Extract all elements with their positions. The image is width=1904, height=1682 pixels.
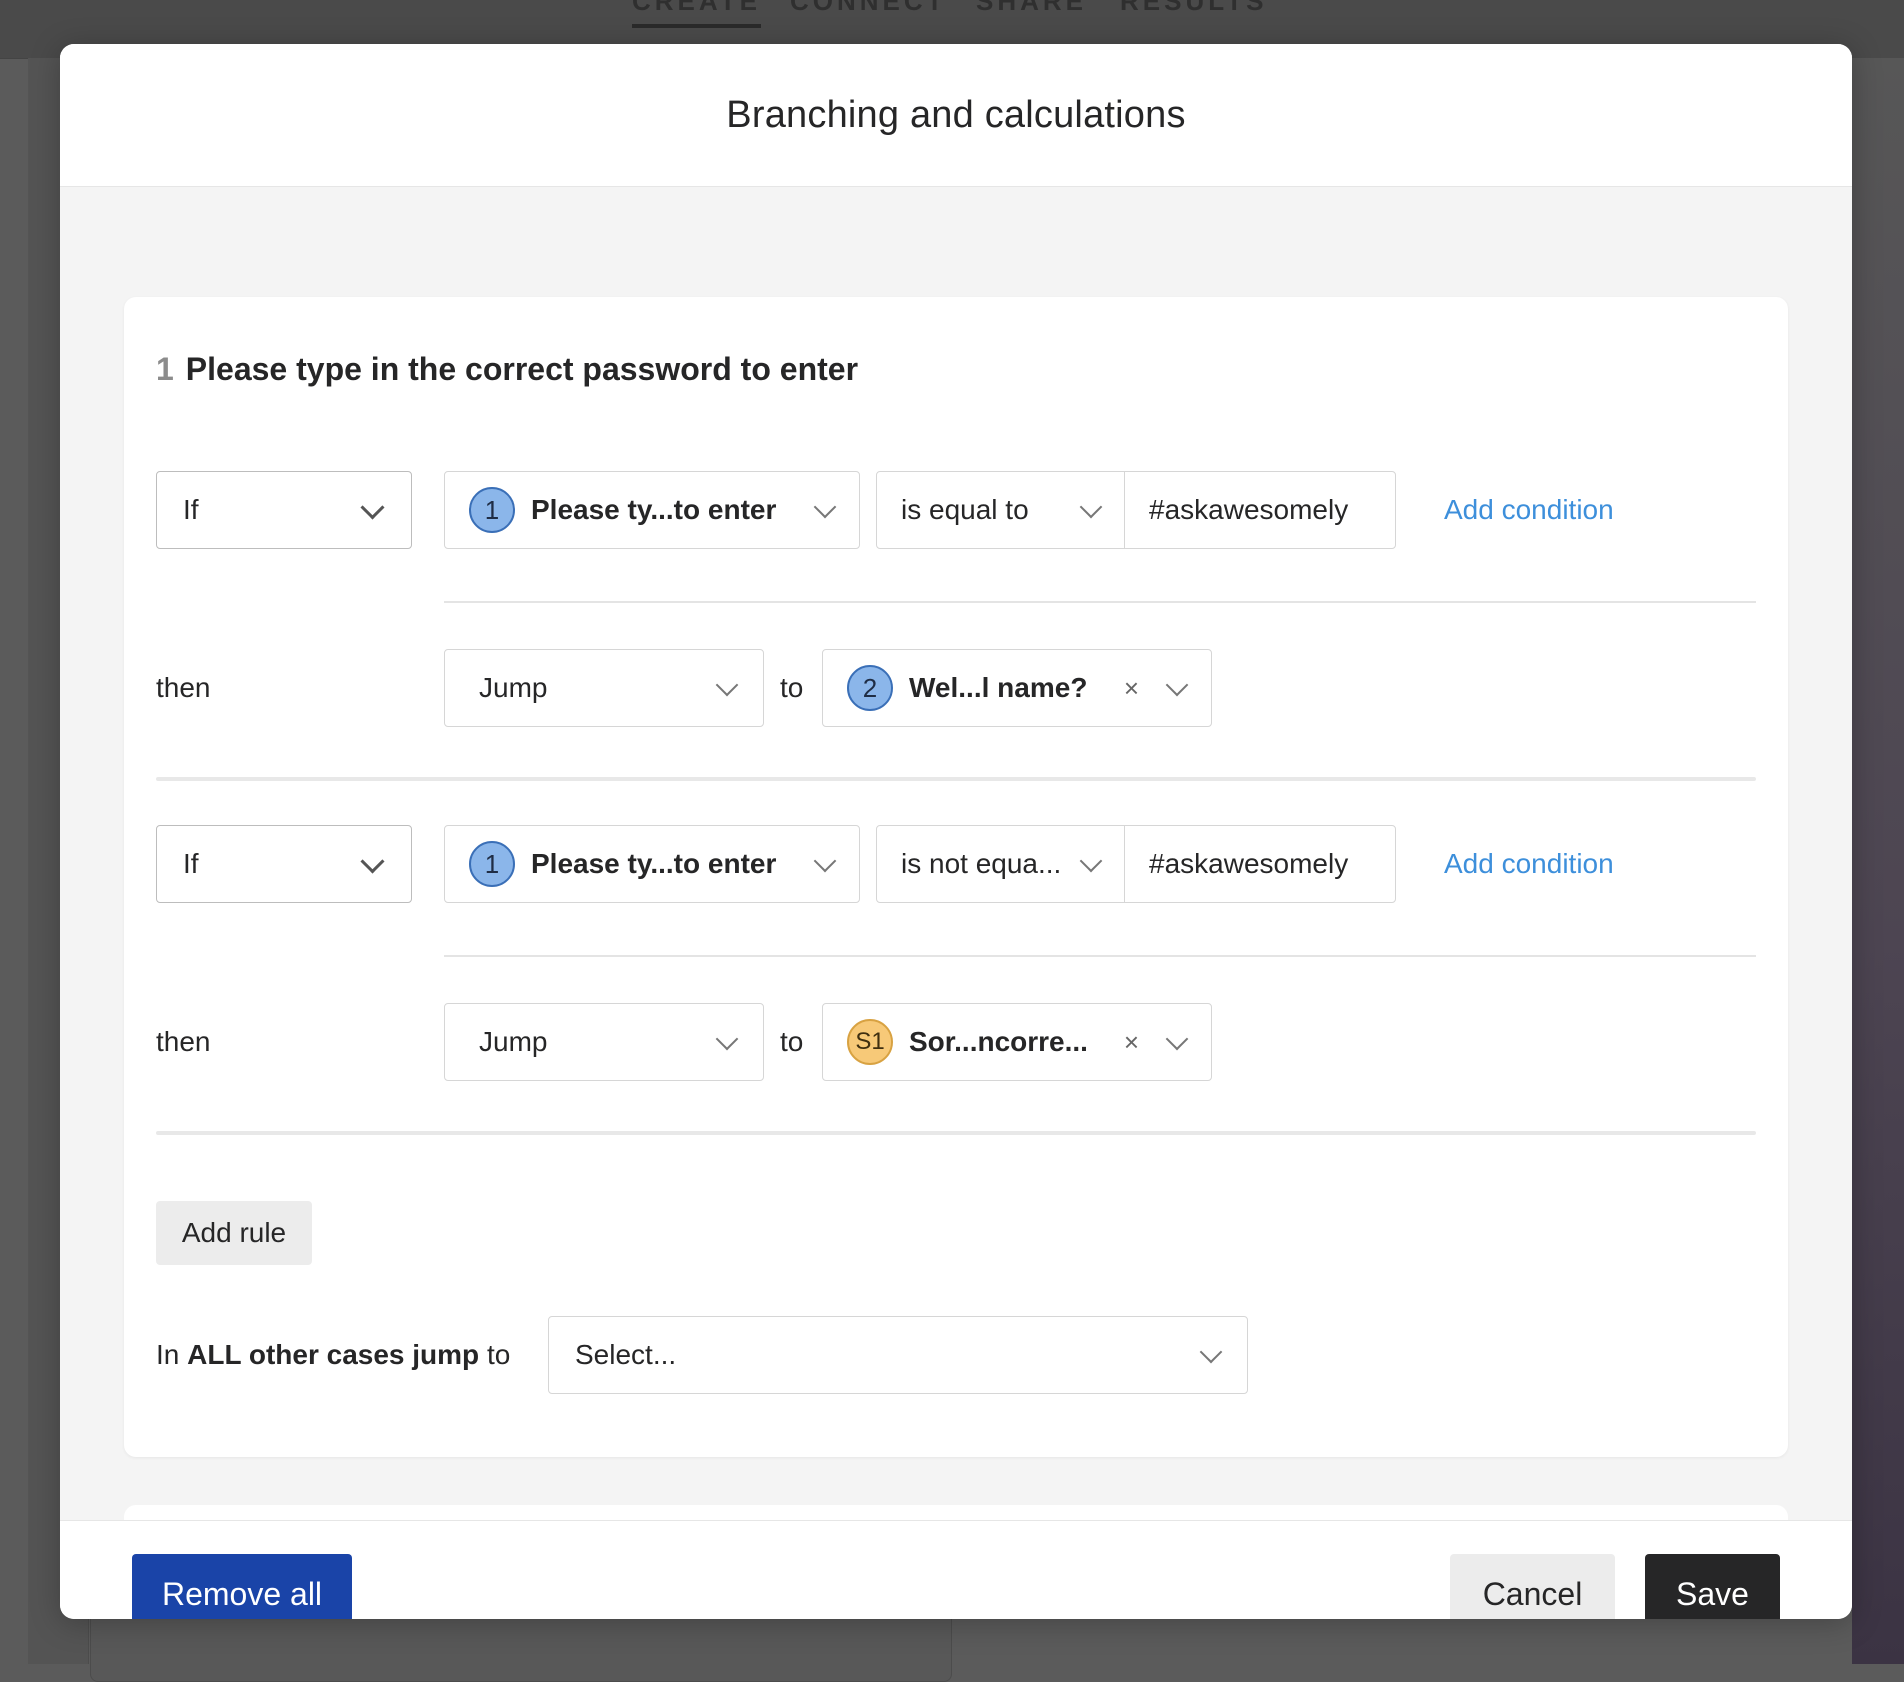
rule-2-action-select[interactable]: Jump <box>444 1003 764 1081</box>
chevron-down-icon <box>1079 495 1103 519</box>
save-button[interactable]: Save <box>1645 1554 1780 1619</box>
background-right-panel <box>1852 58 1904 1664</box>
rule-2-operator-label: is not equa... <box>901 848 1062 879</box>
question-title: Please type in the correct password to e… <box>185 351 859 387</box>
close-icon[interactable]: × <box>1124 1028 1139 1056</box>
rule-2-condition-type-select[interactable]: If <box>156 825 412 903</box>
chevron-down-icon <box>1199 1340 1223 1364</box>
rule-2-then-label: then <box>156 1026 211 1057</box>
rule-1-question-select[interactable]: 1 Please ty...to enter <box>444 471 860 549</box>
other-cases-label: In ALL other cases jump to <box>156 1339 510 1371</box>
rule-1-value-input[interactable]: #askawesomely <box>1124 471 1396 549</box>
tab-share: SHARE <box>976 0 1088 16</box>
question-number: 1 <box>156 351 174 387</box>
rule-2-value-text: #askawesomely <box>1149 848 1349 879</box>
rule-2-value-input[interactable]: #askawesomely <box>1124 825 1396 903</box>
modal-title: Branching and calculations <box>726 93 1186 136</box>
rule-1-value-text: #askawesomely <box>1149 494 1349 525</box>
chevron-down-icon <box>360 849 385 874</box>
rule-2-action-label: Jump <box>479 1026 548 1057</box>
tab-create: CREATE <box>632 0 761 28</box>
rule-1-to-label: to <box>780 672 804 703</box>
chevron-down-icon <box>813 849 837 873</box>
tab-results: RESULTS <box>1120 0 1268 16</box>
rule-2-question-badge: 1 <box>469 841 515 887</box>
rule-1-operator-select[interactable]: is equal to <box>876 471 1126 549</box>
chevron-down-icon <box>1165 673 1189 697</box>
modal-footer: Remove all Cancel Save <box>60 1520 1852 1619</box>
chevron-down-icon <box>1165 1027 1189 1051</box>
rule-2-add-condition-link[interactable]: Add condition <box>1444 848 1614 880</box>
rule-2-target-label: Sor...ncorre... <box>909 1026 1088 1057</box>
rule-1-question-badge: 1 <box>469 487 515 533</box>
rule-2-divider <box>444 955 1756 957</box>
rule-2-operator-select[interactable]: is not equa... <box>876 825 1126 903</box>
rule-1-action-select[interactable]: Jump <box>444 649 764 727</box>
rule-1-then-label: then <box>156 672 211 703</box>
rule-1-target-badge: 2 <box>847 665 893 711</box>
branching-modal: Branching and calculations 1 Please type … <box>60 44 1852 1619</box>
rule-1-operator-label: is equal to <box>901 494 1029 525</box>
chevron-down-icon <box>1079 849 1103 873</box>
rule-1-action-label: Jump <box>479 672 548 703</box>
question-logic-card: 1 Please type in the correct password to … <box>124 297 1788 1457</box>
rule-separator <box>156 777 1756 781</box>
next-question-card <box>124 1505 1788 1520</box>
rule-2-to-label: to <box>780 1026 804 1057</box>
rule-2-condition-type-label: If <box>183 848 199 879</box>
rule-2-target-badge: S1 <box>847 1019 893 1065</box>
other-cases-bold: ALL other cases jump <box>187 1339 480 1370</box>
rule-1-target-select[interactable]: 2 Wel...l name? × <box>822 649 1212 727</box>
remove-all-button[interactable]: Remove all <box>132 1554 352 1619</box>
rule-1-condition-type-label: If <box>183 494 199 525</box>
question-heading: 1 Please type in the correct password to … <box>156 351 858 388</box>
rule-2-question-label: Please ty...to enter <box>531 848 777 879</box>
rule-1-target-label: Wel...l name? <box>909 672 1088 703</box>
close-icon[interactable]: × <box>1124 674 1139 702</box>
modal-header: Branching and calculations <box>60 44 1852 187</box>
other-cases-placeholder: Select... <box>575 1339 677 1370</box>
other-cases-target-select[interactable]: Select... <box>548 1316 1248 1394</box>
chevron-down-icon <box>715 673 739 697</box>
add-rule-button[interactable]: Add rule <box>156 1201 312 1265</box>
modal-body: 1 Please type in the correct password to … <box>60 187 1852 1520</box>
rule-1-condition-type-select[interactable]: If <box>156 471 412 549</box>
other-cases-suffix: to <box>486 1339 511 1370</box>
rule-1-divider <box>444 601 1756 603</box>
tab-connect: CONNECT <box>790 0 947 16</box>
other-cases-prefix: In <box>156 1339 180 1370</box>
rule-1-add-condition-link[interactable]: Add condition <box>1444 494 1614 526</box>
cancel-button[interactable]: Cancel <box>1450 1554 1615 1619</box>
chevron-down-icon <box>360 495 385 520</box>
rule-1-question-label: Please ty...to enter <box>531 494 777 525</box>
chevron-down-icon <box>813 495 837 519</box>
rule-2-target-select[interactable]: S1 Sor...ncorre... × <box>822 1003 1212 1081</box>
rule-2-question-select[interactable]: 1 Please ty...to enter <box>444 825 860 903</box>
rule-separator <box>156 1131 1756 1135</box>
chevron-down-icon <box>715 1027 739 1051</box>
